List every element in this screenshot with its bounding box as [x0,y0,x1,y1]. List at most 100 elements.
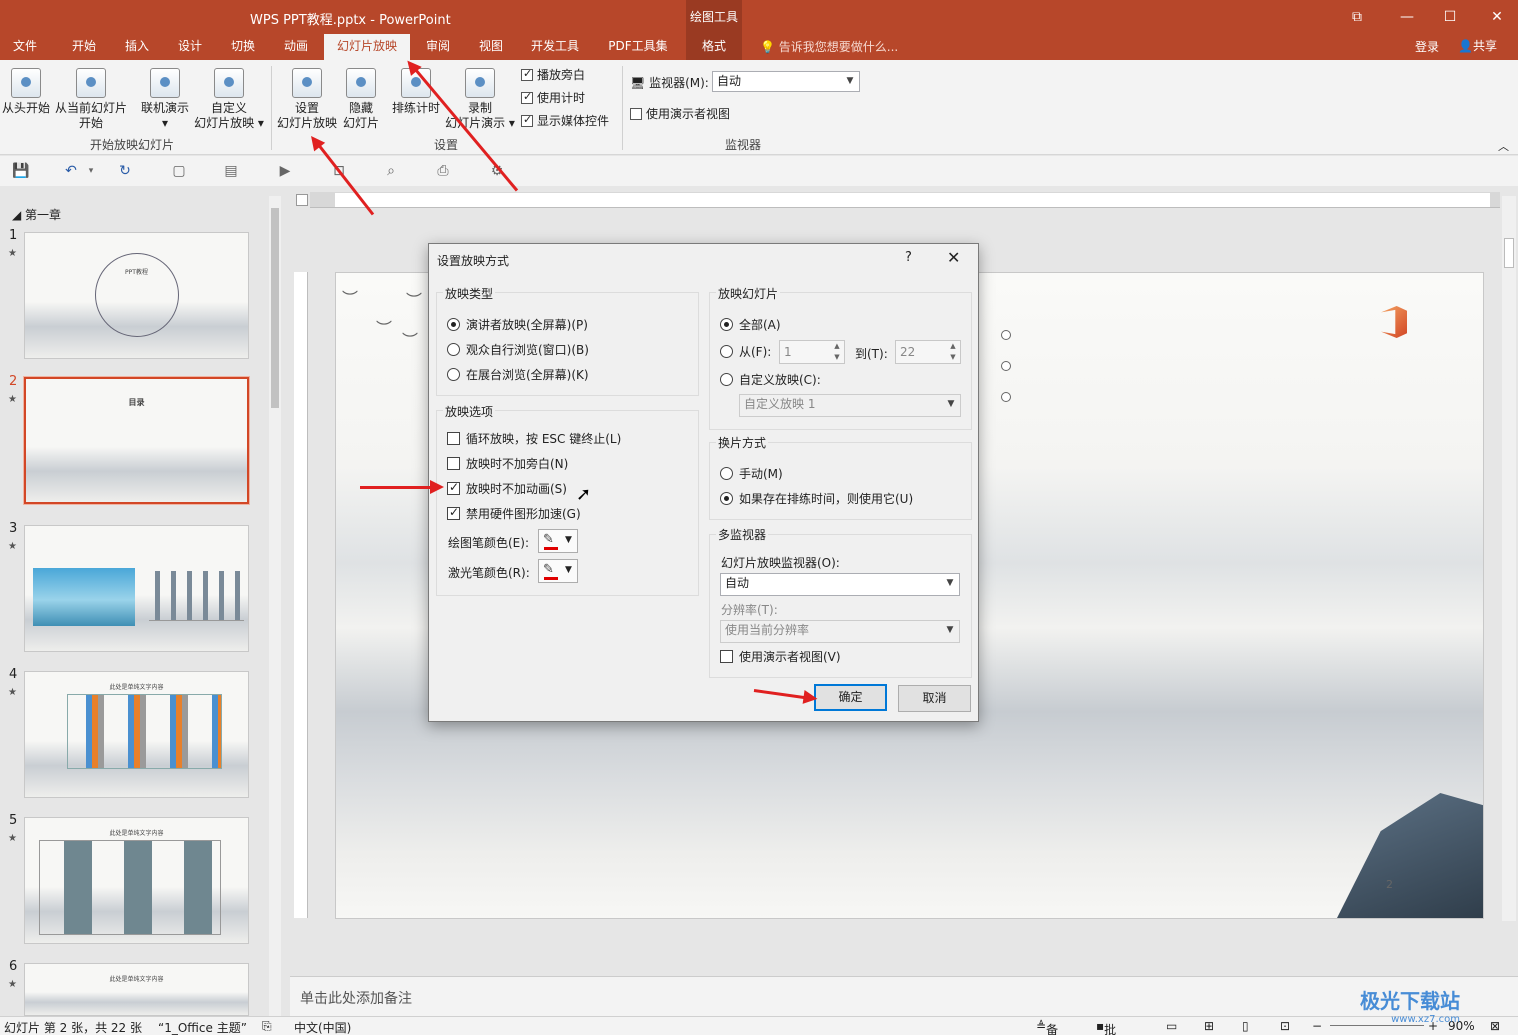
setup-slideshow-button[interactable]: 设置 幻灯片放映 [276,68,338,131]
slide-scrollbar[interactable] [1502,196,1516,921]
loop-checkbox[interactable]: 循环放映，按 ESC 键终止(L) [447,430,621,447]
slideshow-monitor-select[interactable]: 自动 ▼ [720,573,960,596]
undo-icon[interactable]: ↶ [62,162,80,180]
minimize-button[interactable]: — [1392,6,1422,28]
hide-slide-button[interactable]: 隐藏 幻灯片 [340,68,382,131]
stepper-arrows-icon[interactable]: ▲ ▼ [830,341,844,363]
present-icon[interactable]: ▶ [276,162,294,180]
radio-custom-show[interactable]: 自定义放映(C): [720,371,821,388]
ribbon: 从头开始 从当前幻灯片 开始 联机演示 ▾ 自定义 幻灯片放映 ▾ 开始放映幻灯… [0,60,1518,155]
no-narration-checkbox[interactable]: 放映时不加旁白(N) [447,455,568,472]
fit-to-window-icon[interactable]: ⊠ [1490,1019,1500,1033]
preview-icon[interactable]: ⌕ [382,162,400,180]
use-presenter-view-checkbox[interactable]: 使用演示者视图 [630,105,730,122]
tab-insert[interactable]: 插入 [115,34,159,60]
record-slideshow-button[interactable]: 录制 幻灯片演示 ▾ [444,68,516,131]
tab-selector[interactable] [296,194,308,206]
custom-show-select[interactable]: 自定义放映 1 ▼ [739,394,961,417]
ok-button[interactable]: 确定 [814,684,887,711]
slide-thumbnail-1[interactable]: PPT教程 [24,232,249,359]
slide-thumbnail-5[interactable]: 此处是单纯文字内容 [24,817,249,944]
normal-view-icon[interactable]: ▭ [1166,1019,1177,1033]
scrollbar-thumb[interactable] [271,208,279,408]
present-online-button[interactable]: 联机演示 ▾ [138,68,192,131]
notes-pane[interactable]: 单击此处添加备注 [290,976,1518,1016]
undo-dropdown-icon[interactable]: ▾ [82,162,100,180]
redo-icon[interactable]: ↻ [116,162,134,180]
help-icon[interactable]: ? [905,250,912,265]
pen-color-button[interactable]: ✎ ▼ [538,529,578,553]
to-slide-stepper[interactable]: 22 ▲ ▼ [895,340,961,364]
slide-sorter-icon[interactable]: ⊞ [1204,1019,1214,1033]
custom-slideshow-button[interactable]: 自定义 幻灯片放映 ▾ [192,68,266,131]
horizontal-ruler[interactable] [310,192,1500,208]
slideshow-view-icon[interactable]: ⊡ [1280,1019,1290,1033]
tab-view[interactable]: 视图 [469,34,513,60]
slide-thumbnail-2[interactable]: 目录 [23,376,250,505]
scrollbar-thumb[interactable] [1504,238,1514,268]
watermark: 极光下载站 www.xz7.com [1360,985,1460,1025]
radio-window[interactable]: 观众自行浏览(窗口)(B) [447,341,589,358]
radio-from-slides[interactable]: 从(F): [720,343,771,360]
from-beginning-button[interactable]: 从头开始 [0,68,52,116]
tab-pdf-tools[interactable]: PDF工具集 [600,34,676,60]
presenter-view-checkbox[interactable]: 使用演示者视图(V) [720,648,841,665]
resolution-label: 分辨率(T): [721,603,778,617]
tab-home[interactable]: 开始 [62,34,106,60]
use-timings-checkbox[interactable]: 使用计时 [521,89,585,106]
slide-thumbnail-4[interactable]: 此处是单纯文字内容 [24,671,249,798]
resize-handle[interactable] [1001,330,1011,340]
reading-view-icon[interactable]: ▯ [1242,1019,1249,1033]
show-media-controls-checkbox[interactable]: 显示媒体控件 [521,112,609,129]
print-icon[interactable]: ⎙ [434,162,452,180]
tab-format[interactable]: 格式 [686,34,742,60]
radio-use-timings[interactable]: 如果存在排练时间，则使用它(U) [720,490,913,507]
from-slide-stepper[interactable]: 1 ▲ ▼ [779,340,845,364]
vertical-ruler[interactable] [294,272,308,918]
zoom-out-icon[interactable]: − [1312,1019,1322,1033]
cancel-button[interactable]: 取消 [898,685,971,712]
spell-check-icon[interactable]: ⎘ [262,1019,272,1034]
radio-manual[interactable]: 手动(M) [720,465,783,482]
from-current-slide-button[interactable]: 从当前幻灯片 开始 [54,68,128,131]
tab-slideshow[interactable]: 幻灯片放映 [324,34,410,60]
login-link[interactable]: 登录 [1415,38,1439,55]
zoom-slider[interactable] [1330,1025,1424,1026]
close-icon[interactable]: ✕ [947,248,960,267]
share-button[interactable]: 👤共享 [1458,37,1497,54]
resolution-select[interactable]: 使用当前分辨率 ▼ [720,620,960,643]
layout-icon[interactable]: ▤ [222,162,240,180]
notes-toggle[interactable]: ≜ 备注 [1036,1019,1058,1035]
monitor-select[interactable]: 自动 ▼ [712,71,860,92]
play-narrations-checkbox[interactable]: 播放旁白 [521,66,585,83]
tab-transitions[interactable]: 切换 [221,34,265,60]
tell-me-search[interactable]: 💡 告诉我您想要做什么... [760,38,898,55]
laser-color-button[interactable]: ✎ ▼ [538,559,578,583]
stepper-arrows-icon[interactable]: ▲ ▼ [946,341,960,363]
no-animation-checkbox[interactable]: 放映时不加动画(S) [447,480,567,497]
resize-handle[interactable] [1001,392,1011,402]
tab-review[interactable]: 审阅 [416,34,460,60]
slide-thumbnail-6[interactable]: 此处是单纯文字内容 [24,963,249,1016]
radio-presenter[interactable]: 演讲者放映(全屏幕)(P) [447,316,588,333]
save-icon[interactable]: 💾 [12,162,30,180]
section-header[interactable]: ◢ 第一章 [12,206,61,223]
language[interactable]: 中文(中国) [294,1019,351,1035]
tab-file[interactable]: 文件 [4,34,46,60]
maximize-button[interactable]: ☐ [1435,6,1465,28]
radio-kiosk[interactable]: 在展台浏览(全屏幕)(K) [447,366,589,383]
comments-toggle[interactable]: ▪ 批注 [1096,1019,1116,1035]
slide-thumbnail-3[interactable] [24,525,249,652]
resize-handle[interactable] [1001,361,1011,371]
thumbnails-scrollbar[interactable] [269,196,281,1016]
tab-developer[interactable]: 开发工具 [522,34,588,60]
thumb-title: 此处是单纯文字内容 [109,830,164,837]
radio-all-slides[interactable]: 全部(A) [720,316,781,333]
new-slide-icon[interactable]: ▢ [170,162,188,180]
tab-design[interactable]: 设计 [168,34,212,60]
ribbon-display-options-icon[interactable]: ⧉ [1342,6,1372,28]
close-button[interactable]: ✕ [1482,6,1512,28]
collapse-ribbon-icon[interactable]: ︿ [1498,138,1509,154]
tab-animations[interactable]: 动画 [274,34,318,60]
disable-hw-accel-checkbox[interactable]: 禁用硬件图形加速(G) [447,505,581,522]
